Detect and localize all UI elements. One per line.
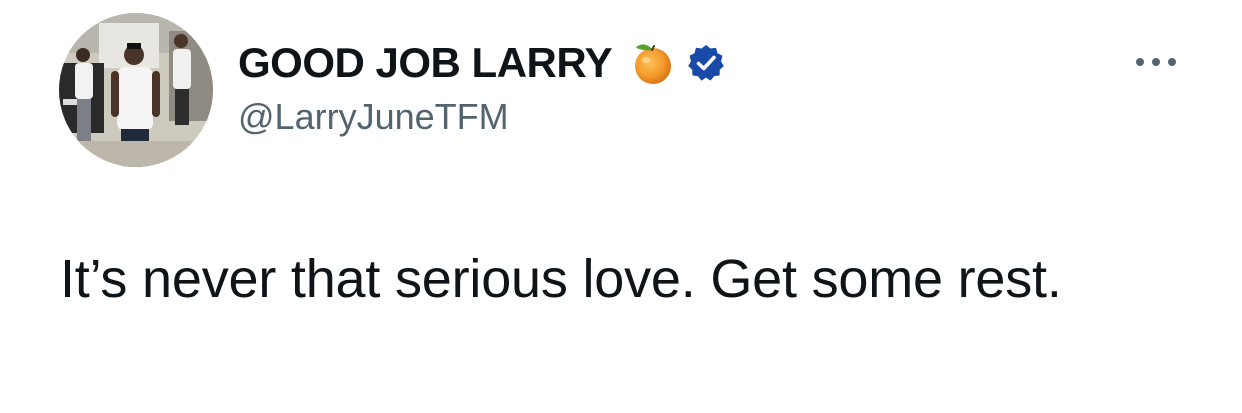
tweet-text: It’s never that serious love. Get some r… [60, 249, 1062, 309]
verified-badge-icon [688, 45, 724, 81]
more-options-button[interactable] [1128, 44, 1184, 80]
more-options-icon [1136, 58, 1176, 66]
tweet-card: GOOD JOB LARRY @LarryJuneTFM It’s never … [0, 0, 1242, 413]
author-display-name[interactable]: GOOD JOB LARRY [238, 39, 613, 87]
orange-emoji-icon [635, 44, 672, 84]
author-name-row: GOOD JOB LARRY [238, 38, 726, 88]
author-handle[interactable]: @LarryJuneTFM [238, 96, 509, 138]
avatar-photo [59, 13, 213, 167]
avatar[interactable] [59, 13, 213, 167]
